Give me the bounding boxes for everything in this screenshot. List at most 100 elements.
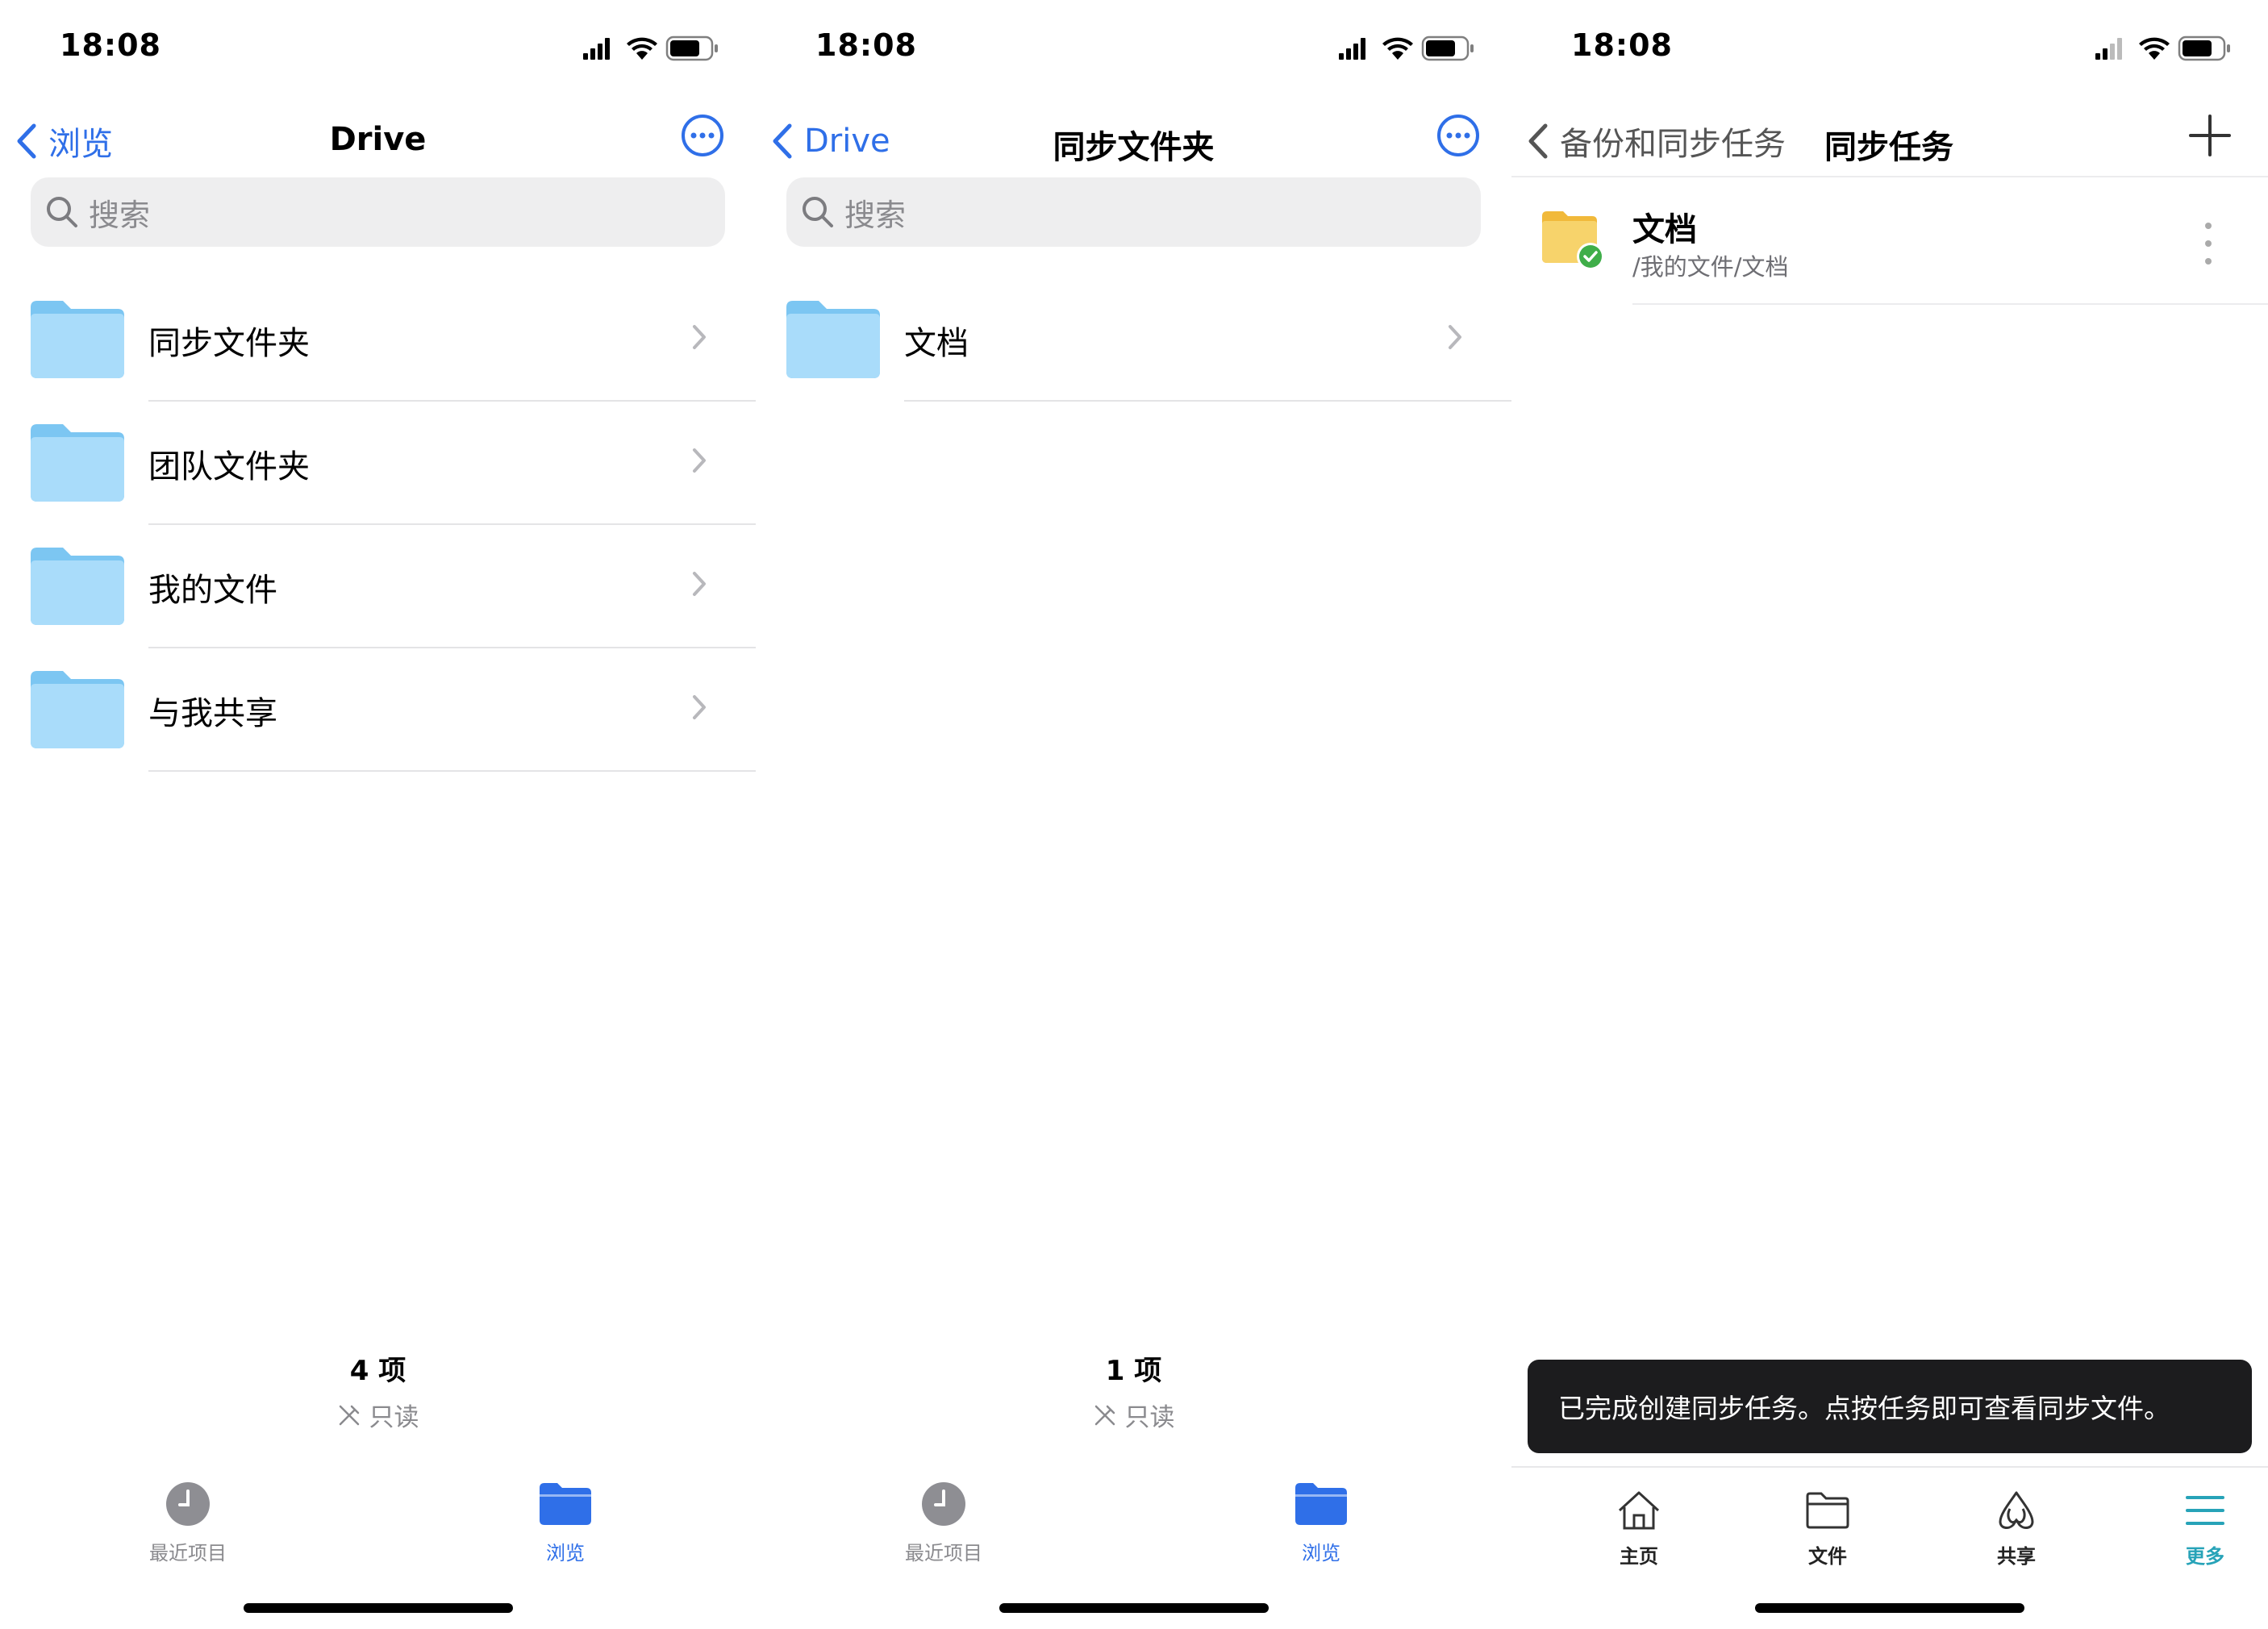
folder-list: 文档 (756, 278, 1511, 402)
status-time: 18:08 (1571, 27, 1673, 63)
tab-bar: 最近项目 浏览 (756, 1476, 1511, 1573)
status-time: 18:08 (60, 27, 161, 63)
tab-browse[interactable]: 浏览 (485, 1476, 646, 1565)
tab-label: 主页 (1620, 1545, 1658, 1568)
tab-home[interactable]: 主页 (1574, 1484, 1703, 1569)
item-label: 团队文件夹 (148, 448, 310, 485)
search-input[interactable]: 搜索 (31, 177, 725, 247)
chevron-right-icon (693, 695, 706, 719)
divider (148, 770, 756, 772)
chevron-left-icon (1528, 123, 1548, 159)
tab-bar: 最近项目 浏览 (0, 1476, 756, 1573)
tab-recent[interactable]: 最近项目 (863, 1476, 1024, 1565)
tab-label: 最近项目 (149, 1542, 227, 1564)
divider (904, 400, 1511, 402)
more-vertical-icon[interactable] (2200, 219, 2216, 268)
share-icon (1999, 1491, 2034, 1529)
chevron-right-icon (693, 448, 706, 473)
item-count: 1 项 (1105, 1355, 1162, 1387)
sync-task-item[interactable]: 文档 /我的文件/文档 (1511, 179, 2268, 305)
tab-label: 最近项目 (905, 1542, 982, 1564)
divider (1511, 176, 2268, 177)
folder-icon (31, 301, 124, 378)
chevron-right-icon (1449, 325, 1461, 349)
chevron-right-icon (693, 325, 706, 349)
task-path: /我的文件/文档 (1632, 253, 1789, 281)
tab-browse[interactable]: 浏览 (1240, 1476, 1402, 1565)
files-drive-screen: 18:08 浏览 Drive 搜索 同步文件夹 团队文件夹 我的文件 与我共享 … (0, 0, 756, 1629)
clock-icon (922, 1482, 965, 1526)
signal-icon (1339, 38, 1365, 60)
page-title: 同步任务 (1824, 129, 1953, 166)
pencil-slash-icon (1094, 1405, 1115, 1425)
status-bar: 18:08 (1511, 0, 2268, 97)
folder-icon (31, 424, 124, 502)
home-icon (1618, 1491, 1660, 1530)
status-icons (1339, 35, 1474, 61)
tab-label: 浏览 (1302, 1542, 1340, 1564)
nav-bar: 备份和同步任务 同步任务 (1511, 105, 2268, 177)
task-name: 文档 (1632, 211, 1697, 248)
home-indicator (243, 1603, 513, 1613)
status-bar: 18:08 (0, 0, 756, 97)
item-label: 同步文件夹 (148, 325, 310, 362)
menu-icon (2186, 1496, 2224, 1525)
files-sync-folder-screen: 18:08 Drive 同步文件夹 搜索 文档 1 项 只读 最近项目 浏览 (756, 0, 1511, 1629)
folder-icon (1295, 1483, 1347, 1525)
battery-icon (1421, 35, 1474, 61)
tab-label: 更多 (2186, 1545, 2224, 1568)
list-item[interactable]: 团队文件夹 (0, 402, 756, 525)
list-item[interactable]: 同步文件夹 (0, 278, 756, 402)
home-indicator (999, 1603, 1269, 1613)
wifi-icon (1382, 37, 1413, 60)
readonly-label: 只读 (1124, 1403, 1175, 1432)
search-input[interactable]: 搜索 (786, 177, 1481, 247)
status-icons (583, 35, 718, 61)
chevron-right-icon (693, 572, 706, 596)
wifi-icon (2139, 37, 2170, 60)
search-placeholder: 搜索 (89, 197, 151, 233)
synced-folder-icon (1542, 211, 1604, 270)
item-label: 与我共享 (148, 695, 277, 732)
readonly-status: 只读 (756, 1397, 1511, 1433)
list-item[interactable]: 我的文件 (0, 525, 756, 648)
battery-icon (665, 35, 718, 61)
battery-icon (2178, 35, 2230, 61)
folder-icon (786, 301, 880, 378)
clock-icon (166, 1482, 210, 1526)
more-options-icon[interactable] (1436, 113, 1481, 158)
tab-label: 共享 (1997, 1545, 2036, 1568)
list-item[interactable]: 与我共享 (0, 648, 756, 772)
divider (1632, 303, 2268, 305)
tab-more[interactable]: 更多 (2141, 1484, 2268, 1569)
more-options-icon[interactable] (680, 113, 725, 158)
pencil-slash-icon (339, 1405, 359, 1425)
search-icon (47, 197, 77, 227)
signal-icon (583, 38, 610, 60)
tab-files[interactable]: 文件 (1763, 1484, 1892, 1569)
folder-list: 同步文件夹 团队文件夹 我的文件 与我共享 (0, 278, 756, 772)
back-button[interactable]: 备份和同步任务 (1528, 113, 1786, 169)
home-indicator (1755, 1603, 2024, 1613)
status-bar: 18:08 (756, 0, 1511, 97)
tab-recent[interactable]: 最近项目 (107, 1476, 269, 1565)
folder-icon (31, 671, 124, 748)
page-title: Drive (329, 121, 427, 158)
tab-share[interactable]: 共享 (1952, 1484, 2081, 1569)
folder-icon (31, 548, 124, 625)
signal-icon (2095, 38, 2122, 60)
add-icon[interactable] (2186, 111, 2234, 160)
page-title: 同步文件夹 (1053, 129, 1215, 166)
nav-bar: Drive 同步文件夹 (756, 105, 1511, 182)
toast-message: 已完成创建同步任务。点按任务即可查看同步文件。 (1528, 1360, 2252, 1453)
item-label: 文档 (904, 325, 969, 362)
back-label: 备份和同步任务 (1560, 126, 1786, 163)
folder-icon (540, 1483, 591, 1525)
item-label: 我的文件 (148, 572, 277, 609)
item-count: 4 项 (349, 1355, 406, 1387)
status-time: 18:08 (815, 27, 917, 63)
search-icon (803, 197, 833, 227)
readonly-status: 只读 (0, 1397, 756, 1433)
list-item[interactable]: 文档 (756, 278, 1511, 402)
nav-bar: 浏览 Drive (0, 105, 756, 182)
